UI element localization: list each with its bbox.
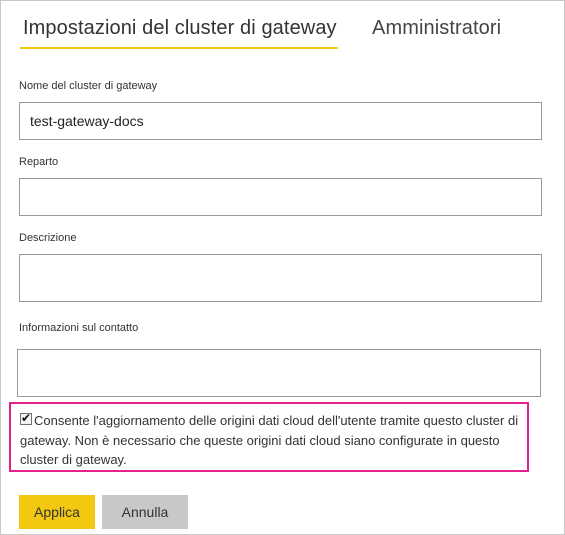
checkmark-icon: ✔ [21, 411, 32, 425]
department-label: Reparto [19, 156, 59, 168]
cloud-refresh-checkbox[interactable]: ✔ [20, 411, 32, 425]
cloud-refresh-label: Consente l'aggiornamento delle origini d… [20, 413, 519, 467]
cluster-name-input[interactable] [19, 102, 542, 140]
tab-administrators[interactable]: Amministratori [372, 17, 501, 40]
contact-info-input[interactable] [17, 349, 541, 397]
tab-gateway-cluster-settings[interactable]: Impostazioni del cluster di gateway [23, 17, 337, 40]
active-tab-underline [20, 47, 338, 49]
apply-button[interactable]: Applica [19, 495, 95, 529]
cancel-button[interactable]: Annulla [102, 495, 188, 529]
department-input[interactable] [19, 178, 542, 216]
contact-info-label: Informazioni sul contatto [19, 322, 139, 334]
gateway-settings-panel: Impostazioni del cluster di gateway Ammi… [0, 0, 565, 535]
description-input[interactable] [19, 254, 542, 302]
cluster-name-label: Nome del cluster di gateway [19, 80, 158, 92]
description-label: Descrizione [19, 232, 77, 244]
